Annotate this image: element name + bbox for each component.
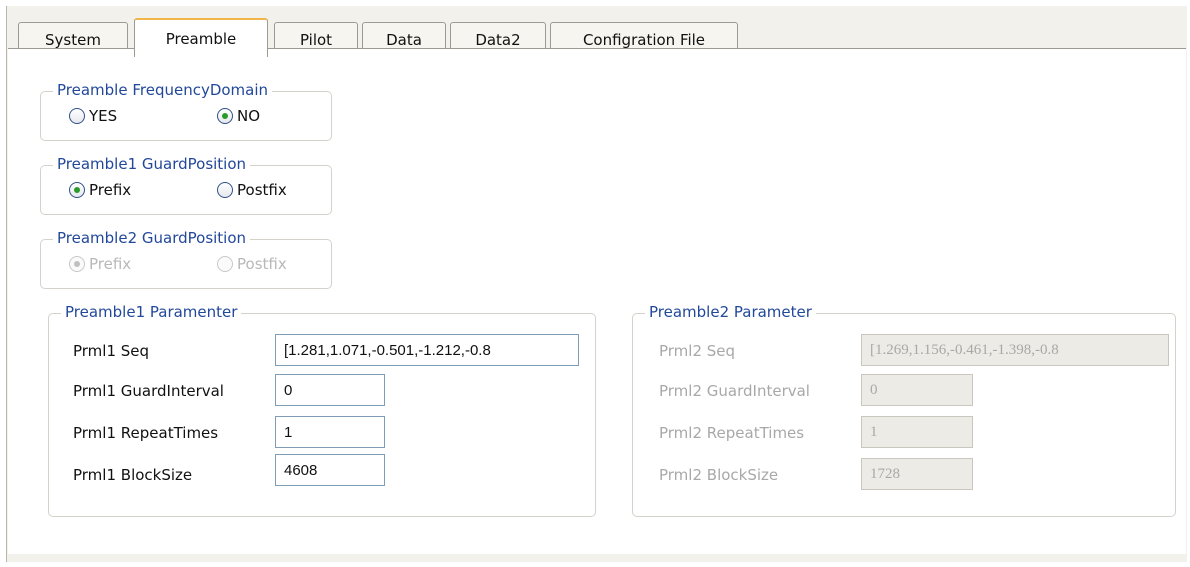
field-label: Prml1 Seq	[73, 342, 150, 360]
radio-label: Postfix	[237, 255, 287, 273]
preamble2-parameter-legend: Preamble2 Parameter	[645, 302, 816, 322]
frequency-domain-group: Preamble FrequencyDomain YES NO	[40, 80, 332, 141]
radio-label: YES	[89, 107, 118, 125]
preamble-tab-panel: Preamble FrequencyDomain YES NO Preamble…	[8, 48, 1186, 554]
radio-button-checked-icon[interactable]	[217, 108, 233, 124]
radio-label: Prefix	[89, 255, 132, 273]
preamble2-guard-position-group: Preamble2 GuardPosition Prefix Postfix	[40, 228, 332, 289]
prml2-guard-interval-input: 0	[861, 374, 973, 406]
radio-label: Postfix	[237, 181, 287, 199]
radio-label: Prefix	[89, 181, 132, 199]
prml2-seq-input: [1.269,1.156,-0.461,-1.398,-0.8	[861, 334, 1169, 366]
radio-button-icon[interactable]	[69, 108, 85, 124]
field-label: Prml1 BlockSize	[73, 466, 193, 484]
radio-p1-postfix[interactable]: Postfix	[217, 181, 287, 199]
radio-button-icon	[217, 256, 233, 272]
radio-freq-yes[interactable]: YES	[69, 107, 117, 125]
field-label: Prml2 GuardInterval	[659, 382, 810, 400]
field-label: Prml2 BlockSize	[659, 466, 779, 484]
radio-p1-prefix[interactable]: Prefix	[69, 181, 131, 199]
radio-p2-postfix: Postfix	[217, 255, 287, 273]
prml1-repeat-times-input[interactable]: 1	[275, 416, 385, 448]
tab-preamble[interactable]: Preamble	[134, 18, 268, 57]
radio-button-checked-icon	[69, 256, 85, 272]
prml1-block-size-input[interactable]: 4608	[275, 454, 385, 486]
frequency-domain-legend: Preamble FrequencyDomain	[53, 80, 273, 100]
preamble2-guard-position-legend: Preamble2 GuardPosition	[53, 228, 251, 248]
field-label: Prml1 GuardInterval	[73, 382, 224, 400]
preamble2-parameter-group: Preamble2 Parameter Prml2 Seq [1.269,1.1…	[632, 302, 1176, 517]
prml2-repeat-times-input: 1	[861, 416, 973, 448]
prml1-guard-interval-input[interactable]: 0	[275, 374, 385, 406]
field-label: Prml2 Seq	[659, 342, 736, 360]
preamble1-guard-position-group: Preamble1 GuardPosition Prefix Postfix	[40, 154, 332, 215]
radio-button-checked-icon[interactable]	[69, 182, 85, 198]
preamble1-parameter-group: Preamble1 Paramenter Prml1 Seq [1.281,1.…	[48, 302, 596, 517]
radio-freq-no[interactable]: NO	[217, 107, 260, 125]
prml1-seq-input[interactable]: [1.281,1.071,-0.501,-1.212,-0.8	[275, 334, 579, 366]
prml2-block-size-input: 1728	[861, 458, 973, 490]
radio-button-icon[interactable]	[217, 182, 233, 198]
field-label: Prml2 RepeatTimes	[659, 424, 805, 442]
preamble1-guard-position-legend: Preamble1 GuardPosition	[53, 154, 251, 174]
preamble1-parameter-legend: Preamble1 Paramenter	[61, 302, 242, 322]
radio-label: NO	[237, 107, 261, 125]
radio-p2-prefix: Prefix	[69, 255, 131, 273]
field-label: Prml1 RepeatTimes	[73, 424, 219, 442]
settings-window: System Preamble Pilot Data Data2 Configr…	[6, 6, 1187, 562]
